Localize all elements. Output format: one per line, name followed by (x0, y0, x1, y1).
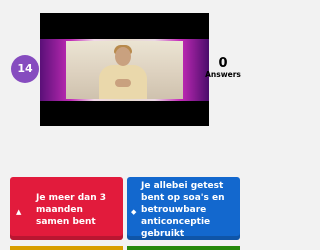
answer-option-yellow-edge[interactable] (10, 246, 123, 250)
person-head (115, 47, 131, 66)
triangle-icon: ▲ (16, 208, 22, 216)
answer-option-blue-label: Je allebei getest bent op soa's en betro… (141, 181, 225, 239)
answer-option-red-label: Je meer dan 3 maanden samen bent (36, 193, 107, 227)
answer-option-green-edge[interactable] (127, 246, 240, 250)
diamond-icon: ◆ (131, 208, 137, 216)
answers-label: Answers (205, 70, 241, 79)
question-media[interactable] (40, 13, 209, 126)
answer-option-red[interactable]: Je meer dan 3 maanden samen bent (10, 177, 123, 240)
question-number-badge: 14 (11, 55, 39, 83)
answers-count: 0 (218, 56, 228, 71)
answer-option-blue[interactable]: Je allebei getest bent op soa's en betro… (127, 177, 240, 240)
video-scene (66, 41, 183, 99)
quiz-stage: 14 0 Answers Je meer dan 3 maanden samen… (0, 0, 250, 250)
person-hand (115, 79, 131, 87)
answers-counter: 0 Answers (205, 57, 241, 80)
